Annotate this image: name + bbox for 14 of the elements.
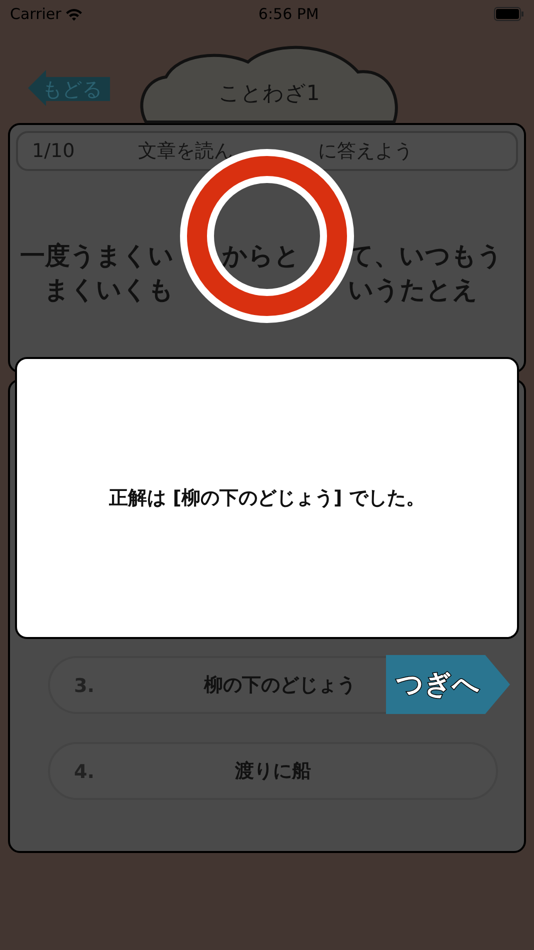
carrier-label: Carrier [10, 4, 62, 25]
question-text: からと [222, 240, 300, 272]
question-text: まくいくも [44, 274, 174, 306]
title-text: ことわざ1 [217, 80, 321, 107]
question-counter: 1/10 [32, 138, 75, 164]
clock-time: 6:56 PM [258, 4, 319, 25]
question-text: いうたとえ [348, 274, 478, 306]
battery-icon [494, 7, 524, 21]
wifi-icon [65, 8, 84, 20]
option-text: 渡りに船 [235, 758, 311, 784]
result-message: 正解は [柳の下のどじょう] でした。 [109, 486, 425, 511]
question-text: 一度うまくい [20, 240, 174, 272]
next-button[interactable]: つぎへ [386, 655, 510, 714]
option-text: 柳の下のどじょう [204, 672, 356, 698]
